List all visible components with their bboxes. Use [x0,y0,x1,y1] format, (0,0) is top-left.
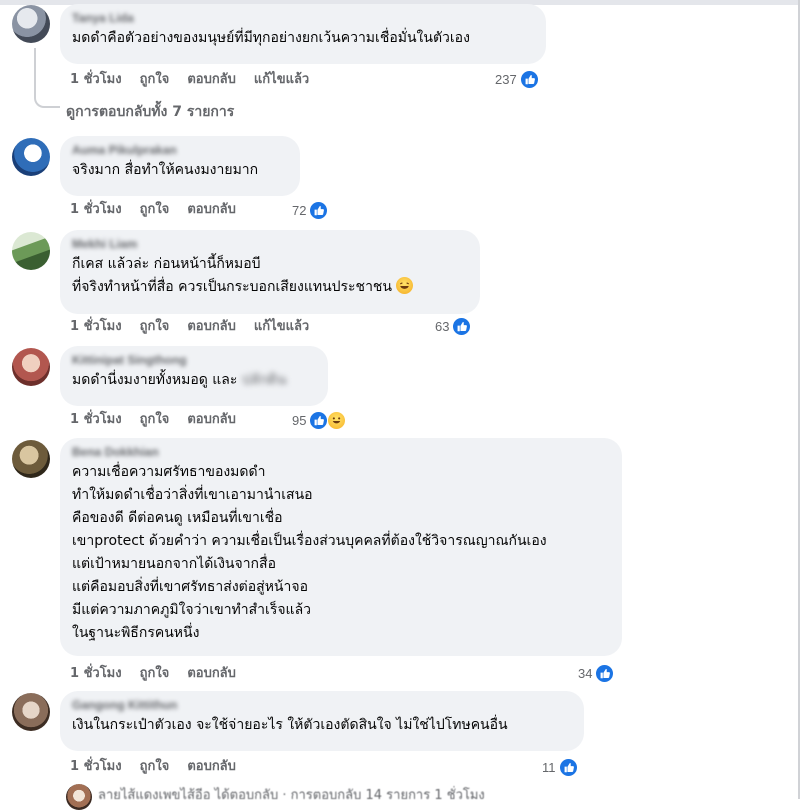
avatar[interactable] [12,232,50,270]
reaction-number: 95 [292,412,307,428]
comment-author[interactable]: Auma Pikulprakan [72,142,288,159]
reaction-count[interactable]: 11 [542,757,578,777]
like-reaction-icon [519,69,539,89]
reply-button[interactable]: ตอบกลับ [187,70,236,90]
comment-author[interactable]: Bena Dokkhian [72,444,610,461]
like-button[interactable]: ถูกใจ [140,664,170,684]
comment-text: แต่เป้าหมายนอกจากได้เงินจากสื่อ [72,556,276,572]
reaction-count[interactable]: 34 [578,663,615,683]
comment-author[interactable]: Kittinipat Singthong [72,352,316,369]
comment-time[interactable]: 1 ชั่วโมง [70,664,122,684]
reply-button[interactable]: ตอบกลับ [187,664,236,684]
comment-author[interactable]: Mekhi Liam [72,236,468,253]
avatar[interactable] [12,5,50,43]
comment-text: ทำให้มดดำเชื่อว่าสิ่งที่เขาเอามานำเสนอ [72,487,313,503]
reaction-number: 11 [542,759,556,775]
comment-text: ความเชื่อความศรัทธาของมดดำ [72,464,266,480]
like-reaction-icon [309,410,329,430]
comment-bubble: Tanya Lida มดดำคือตัวอย่างของมนุษย์ที่มี… [60,4,546,64]
comment-text: คือของดี ดีต่อคนดู เหมือนที่เขาเชื่อ [72,510,283,526]
reply-thread-line [34,48,60,108]
comment-actions: 1 ชั่วโมง ถูกใจ ตอบกลับ แก้ไขแล้ว [70,70,309,90]
comment-bubble: Auma Pikulprakan จริงมาก สื่อทำให้คนงมงา… [60,136,300,196]
edited-label[interactable]: แก้ไขแล้ว [254,317,309,337]
reply-button[interactable]: ตอบกลับ [187,757,236,777]
comment-time[interactable]: 1 ชั่วโมง [70,410,122,430]
grin-emoji-icon [396,277,414,294]
comment-time[interactable]: 1 ชั่วโมง [70,317,122,337]
reply-button[interactable]: ตอบกลับ [187,317,236,337]
comment-text: มีแต่ความภาคภูมิใจว่าเขาทำสำเร็จแล้ว [72,602,312,618]
like-reaction-icon [452,316,472,336]
avatar[interactable] [12,138,50,176]
comment-bubble: Kittinipat Singthong มดดำนี่งมงายทั้งหมอ… [60,346,328,406]
comment-actions: 1 ชั่วโมง ถูกใจ ตอบกลับ [70,757,236,777]
like-reaction-icon [309,200,329,220]
reaction-number: 34 [578,665,593,681]
comment-bubble: Bena Dokkhian ความเชื่อความศรัทธาของมดดำ… [60,438,622,656]
comment-text: เขาprotect ด้วยคำว่า ความเชื่อเป็นเรื่อง… [72,533,547,549]
comment-actions: 1 ชั่วโมง ถูกใจ ตอบกลับ [70,410,236,430]
reaction-number: 237 [495,71,517,87]
comment-text: แต่คือมอบสิ่งที่เขาศรัทธาส่งต่อสู่หน้าจอ [72,579,308,595]
comment-text-line: มดดำนี่งมงายทั้งหมอดู และ [72,372,238,388]
haha-reaction-icon [327,410,347,430]
comment-text: ในฐานะพิธีกรคนหนึ่ง [72,625,200,641]
reaction-count[interactable]: 237 [495,69,539,89]
comment-text: ที่จริงทำหน้าที่สื่อ ควรเป็นกระบอกเสียงแ… [72,276,468,299]
reaction-count[interactable]: 63 [435,316,472,336]
replies-preview[interactable]: ลายไส้แดงเพขไส้อีอ ได้ตอบกลับ · การตอบกล… [98,784,485,805]
comment-actions: 1 ชั่วโมง ถูกใจ ตอบกลับ แก้ไขแล้ว [70,317,309,337]
avatar[interactable] [12,348,50,386]
like-button[interactable]: ถูกใจ [140,70,170,90]
reaction-number: 63 [435,318,450,334]
comment-text: มดดำนี่งมงายทั้งหมอดู และ ปลักดิน [72,369,316,392]
comment-text: กีเคส แล้วล่ะ ก่อนหน้านี้ก็หมอบี [72,256,261,272]
comment-time[interactable]: 1 ชั่วโมง [70,200,122,220]
like-button[interactable]: ถูกใจ [140,317,170,337]
comment-actions: 1 ชั่วโมง ถูกใจ ตอบกลับ [70,200,236,220]
reply-avatar[interactable] [66,784,92,810]
comment-text: มดดำคือตัวอย่างของมนุษย์ที่มีทุกอย่างยกเ… [72,30,470,46]
like-button[interactable]: ถูกใจ [140,757,170,777]
like-reaction-icon [558,757,578,777]
avatar[interactable] [12,440,50,478]
reaction-count[interactable]: 95 [292,410,347,430]
view-replies-link[interactable]: ดูการตอบกลับทั้ง 7 รายการ [66,101,234,123]
like-reaction-icon [595,663,615,683]
comment-text: เงินในกระเป๋าตัวเอง จะใช้จ่ายอะไร ให้ตัว… [72,717,508,733]
reply-button[interactable]: ตอบกลับ [187,410,236,430]
comment-bubble: Gangong Kittithun เงินในกระเป๋าตัวเอง จะ… [60,691,584,751]
comment-text-line: ที่จริงทำหน้าที่สื่อ ควรเป็นกระบอกเสียงแ… [72,279,392,295]
comment-author[interactable]: Gangong Kittithun [72,697,572,714]
reaction-number: 72 [292,202,307,218]
comment-bubble: Mekhi Liam กีเคส แล้วล่ะ ก่อนหน้านี้ก็หม… [60,230,480,314]
like-button[interactable]: ถูกใจ [140,200,170,220]
avatar[interactable] [12,693,50,731]
comment-time[interactable]: 1 ชั่วโมง [70,757,122,777]
reaction-count[interactable]: 72 [292,200,329,220]
like-button[interactable]: ถูกใจ [140,410,170,430]
reply-button[interactable]: ตอบกลับ [187,200,236,220]
blurred-word: ปลักดิน [241,372,287,388]
comment-time[interactable]: 1 ชั่วโมง [70,70,122,90]
comment-actions: 1 ชั่วโมง ถูกใจ ตอบกลับ [70,664,236,684]
comment-author[interactable]: Tanya Lida [72,10,534,27]
comment-text: จริงมาก สื่อทำให้คนงมงายมาก [72,162,259,178]
edited-label[interactable]: แก้ไขแล้ว [254,70,309,90]
